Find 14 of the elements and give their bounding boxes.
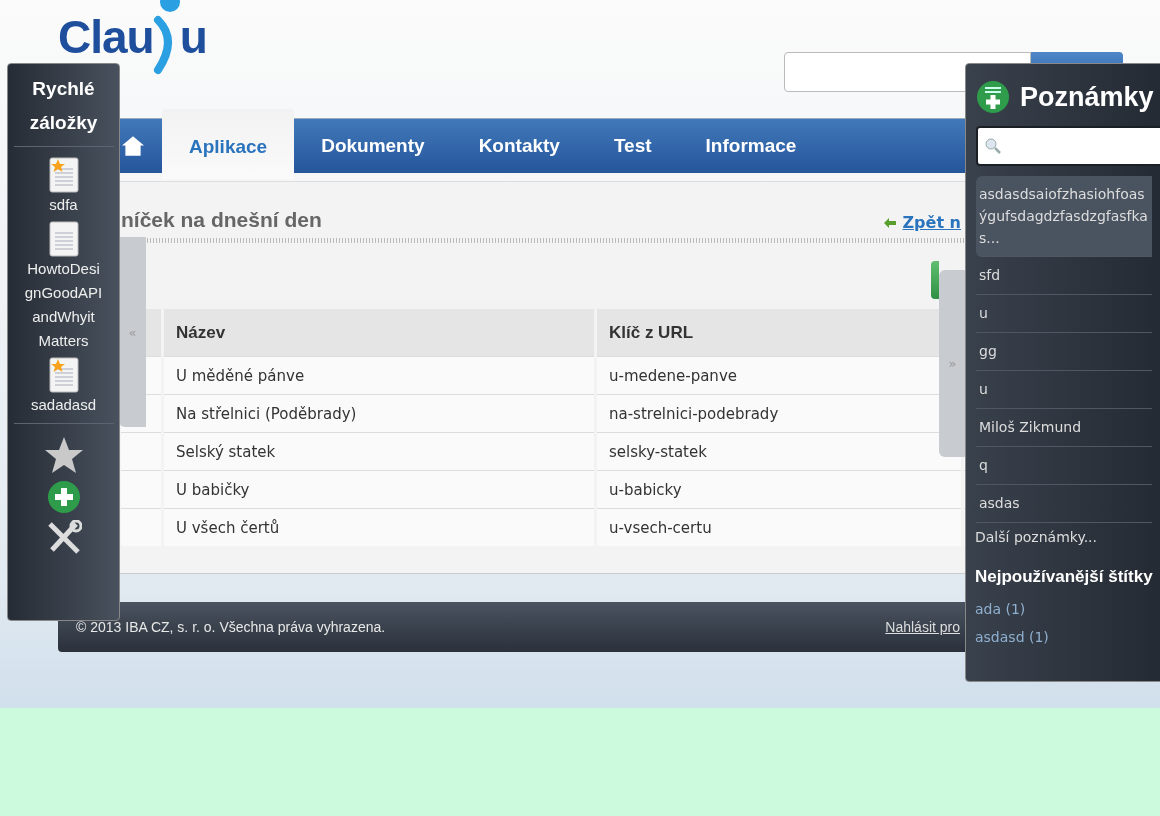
table-cell: U babičky: [162, 470, 596, 509]
panel-title: Poznámky: [1020, 81, 1154, 113]
column-header: Název: [162, 309, 596, 357]
table-cell: u-vsech-certu: [595, 508, 963, 546]
table-cell: selsky-statek: [595, 432, 963, 471]
copyright-text: © 2013 IBA CZ, s. r. o. Všechna práva vyhrazena.: [76, 619, 386, 635]
table-cell: Na střelnici (Poděbrady): [162, 394, 596, 433]
panel-title: Rychlé záložky: [28, 77, 99, 135]
table-cell: Selský statek: [162, 432, 596, 471]
section-title: Nejpoužívanější štítky: [975, 567, 1154, 587]
table-cell: U všech čertů: [162, 508, 596, 546]
table-cell: u-babicky: [595, 470, 963, 509]
page-title: níček na dnešní den: [121, 208, 322, 232]
table-cell: U měděné pánve: [162, 356, 596, 395]
